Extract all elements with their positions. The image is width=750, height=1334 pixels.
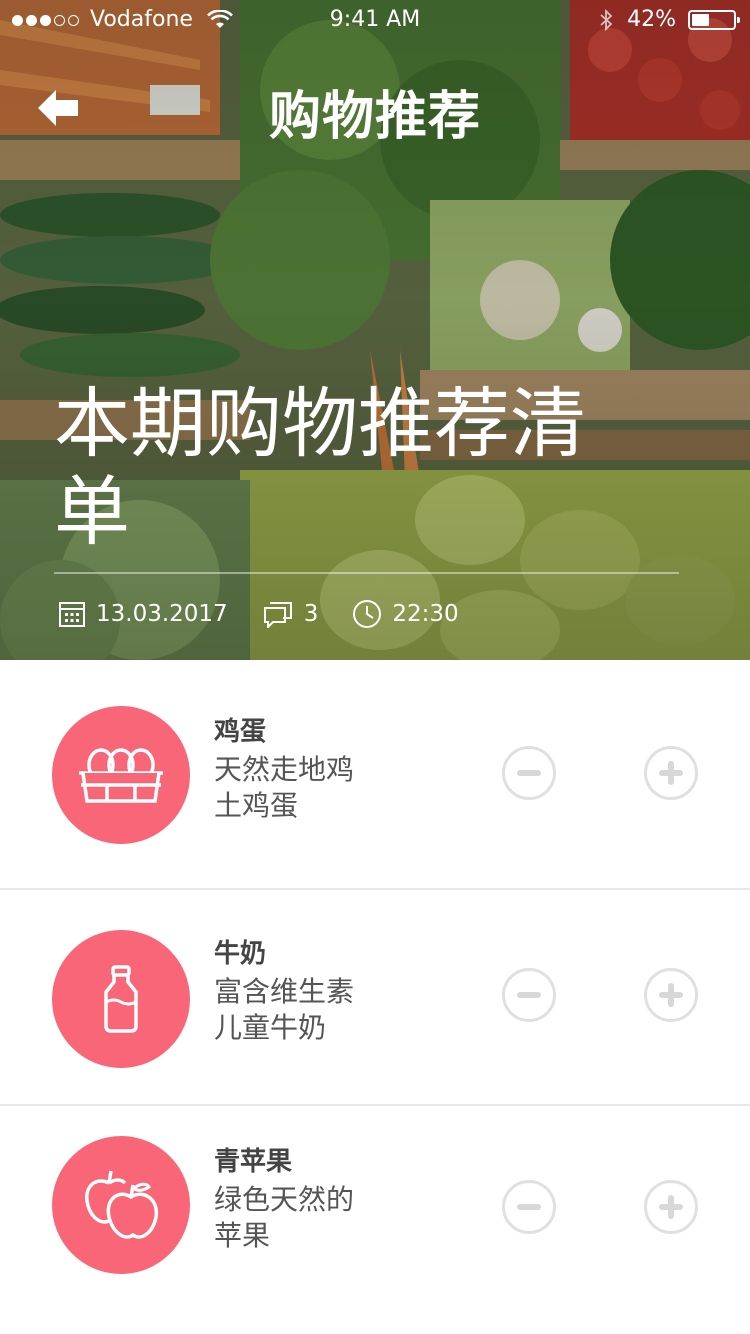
item-icon-circle	[52, 930, 190, 1068]
minus-icon	[517, 770, 541, 776]
list-item: 牛奶 富含维生素儿童牛奶	[0, 890, 750, 1106]
item-name: 牛奶	[214, 939, 267, 969]
eggs-icon	[79, 748, 163, 803]
recommendation-list: 鸡蛋 天然走地鸡土鸡蛋 牛奶 富含维生素儿童牛奶 青苹果 绿色天然的苹果	[0, 660, 750, 1334]
hero-meta: 13.03.2017 3 22:30	[58, 594, 493, 634]
item-name: 青苹果	[214, 1147, 293, 1177]
clock-icon	[353, 600, 382, 628]
battery-icon	[688, 10, 740, 30]
page-title: 购物推荐	[268, 87, 481, 147]
apples-icon	[85, 1170, 159, 1239]
minus-icon	[517, 1204, 541, 1210]
comment-icon	[263, 602, 292, 628]
item-text: 牛奶 富含维生素儿童牛奶	[214, 934, 414, 1046]
hero-divider	[54, 572, 679, 574]
status-right: 42%	[599, 0, 740, 40]
plus-icon-vertical	[668, 1195, 674, 1219]
meta-time-text: 22:30	[392, 601, 459, 627]
battery-percent: 42%	[627, 7, 676, 32]
hero-headline: 本期购物推荐清单	[54, 379, 586, 556]
battery-nub	[737, 17, 740, 23]
status-bar: Vodafone 9:41 AM 42%	[0, 0, 750, 40]
milk-bottle-icon	[104, 965, 138, 1033]
meta-date-text: 13.03.2017	[96, 601, 228, 627]
increase-button[interactable]	[644, 968, 698, 1022]
battery-level	[692, 14, 709, 26]
item-description: 绿色天然的苹果	[214, 1183, 355, 1252]
decrease-button[interactable]	[502, 1180, 556, 1234]
hero-banner: Vodafone 9:41 AM 42% 购物推荐 本期购物推荐清单 13.03…	[0, 0, 750, 660]
increase-button[interactable]	[644, 1180, 698, 1234]
calendar-icon	[59, 602, 85, 627]
meta-time: 22:30	[352, 599, 459, 629]
plus-icon-vertical	[668, 761, 674, 785]
decrease-button[interactable]	[502, 968, 556, 1022]
bluetooth-icon	[600, 9, 613, 31]
meta-date: 13.03.2017	[58, 600, 228, 628]
plus-icon-vertical	[668, 983, 674, 1007]
meta-comments-count: 3	[303, 601, 319, 627]
item-icon-circle	[52, 706, 190, 844]
decrease-button[interactable]	[502, 746, 556, 800]
meta-comments[interactable]: 3	[262, 600, 319, 628]
item-description: 天然走地鸡土鸡蛋	[214, 753, 355, 822]
list-item: 青苹果 绿色天然的苹果	[0, 1106, 750, 1334]
item-text: 鸡蛋 天然走地鸡土鸡蛋	[214, 712, 414, 824]
item-description: 富含维生素儿童牛奶	[214, 975, 355, 1044]
item-name: 鸡蛋	[214, 717, 267, 747]
minus-icon	[517, 992, 541, 998]
list-item: 鸡蛋 天然走地鸡土鸡蛋	[0, 660, 750, 890]
item-text: 青苹果 绿色天然的苹果	[214, 1142, 414, 1254]
item-icon-circle	[52, 1136, 190, 1274]
increase-button[interactable]	[644, 746, 698, 800]
